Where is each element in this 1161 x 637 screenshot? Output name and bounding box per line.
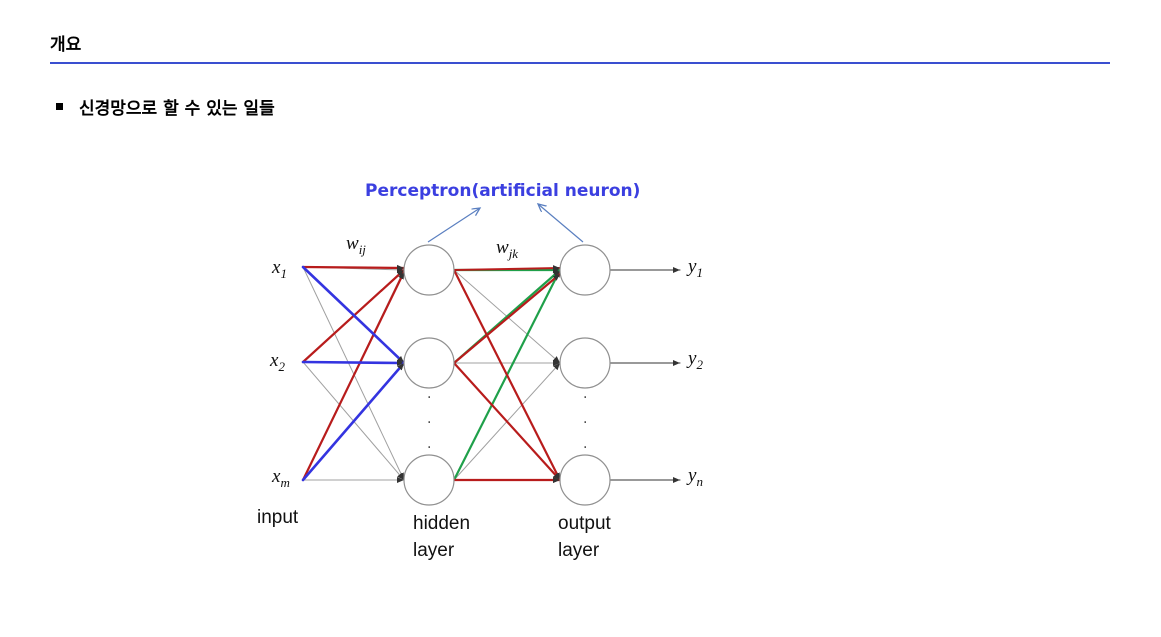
weight-label-wij: wij: [346, 233, 366, 257]
output-neuron-2: [559, 337, 611, 389]
hidden-neuron-1: [403, 244, 455, 296]
callout-arrow-output: [538, 204, 584, 243]
hidden-neuron-m: [403, 454, 455, 506]
connections: [301, 264, 681, 483]
input-layer-label: input: [257, 507, 299, 528]
neural-network-diagram: . . . . . . Perceptron(artificial neuron…: [257, 181, 703, 561]
perceptron-callout-label: Perceptron(artificial neuron): [365, 181, 640, 201]
output-ellipsis-dot: .: [583, 386, 587, 402]
output-layer-label-line2: layer: [558, 540, 600, 561]
output-label-yn: yn: [686, 465, 703, 489]
output-label-y2: y2: [686, 348, 703, 372]
hidden-neuron-2: [403, 337, 455, 389]
hidden-layer-label-line2: layer: [413, 540, 455, 561]
output-neuron-1: [559, 244, 611, 296]
highlight-edge-blue: [301, 359, 406, 366]
hidden-layer-label-line1: hidden: [413, 513, 470, 534]
input-label-x1: x1: [271, 257, 287, 281]
input-label-xm: xm: [271, 466, 290, 490]
hidden-ellipsis-dot: .: [427, 386, 431, 402]
callout-arrow-hidden: [427, 208, 480, 243]
output-label-y1: y1: [686, 256, 703, 280]
hidden-ellipsis-dot: .: [427, 411, 431, 427]
output-layer-label-line1: output: [558, 513, 612, 534]
hidden-ellipsis-dot: .: [427, 436, 431, 452]
output-ellipsis-dot: .: [583, 436, 587, 452]
highlight-edge-red: [301, 264, 406, 271]
output-ellipsis-dot: .: [583, 411, 587, 427]
weight-label-wjk: wjk: [496, 237, 518, 261]
output-neuron-n: [559, 454, 611, 506]
input-label-x2: x2: [269, 350, 285, 374]
